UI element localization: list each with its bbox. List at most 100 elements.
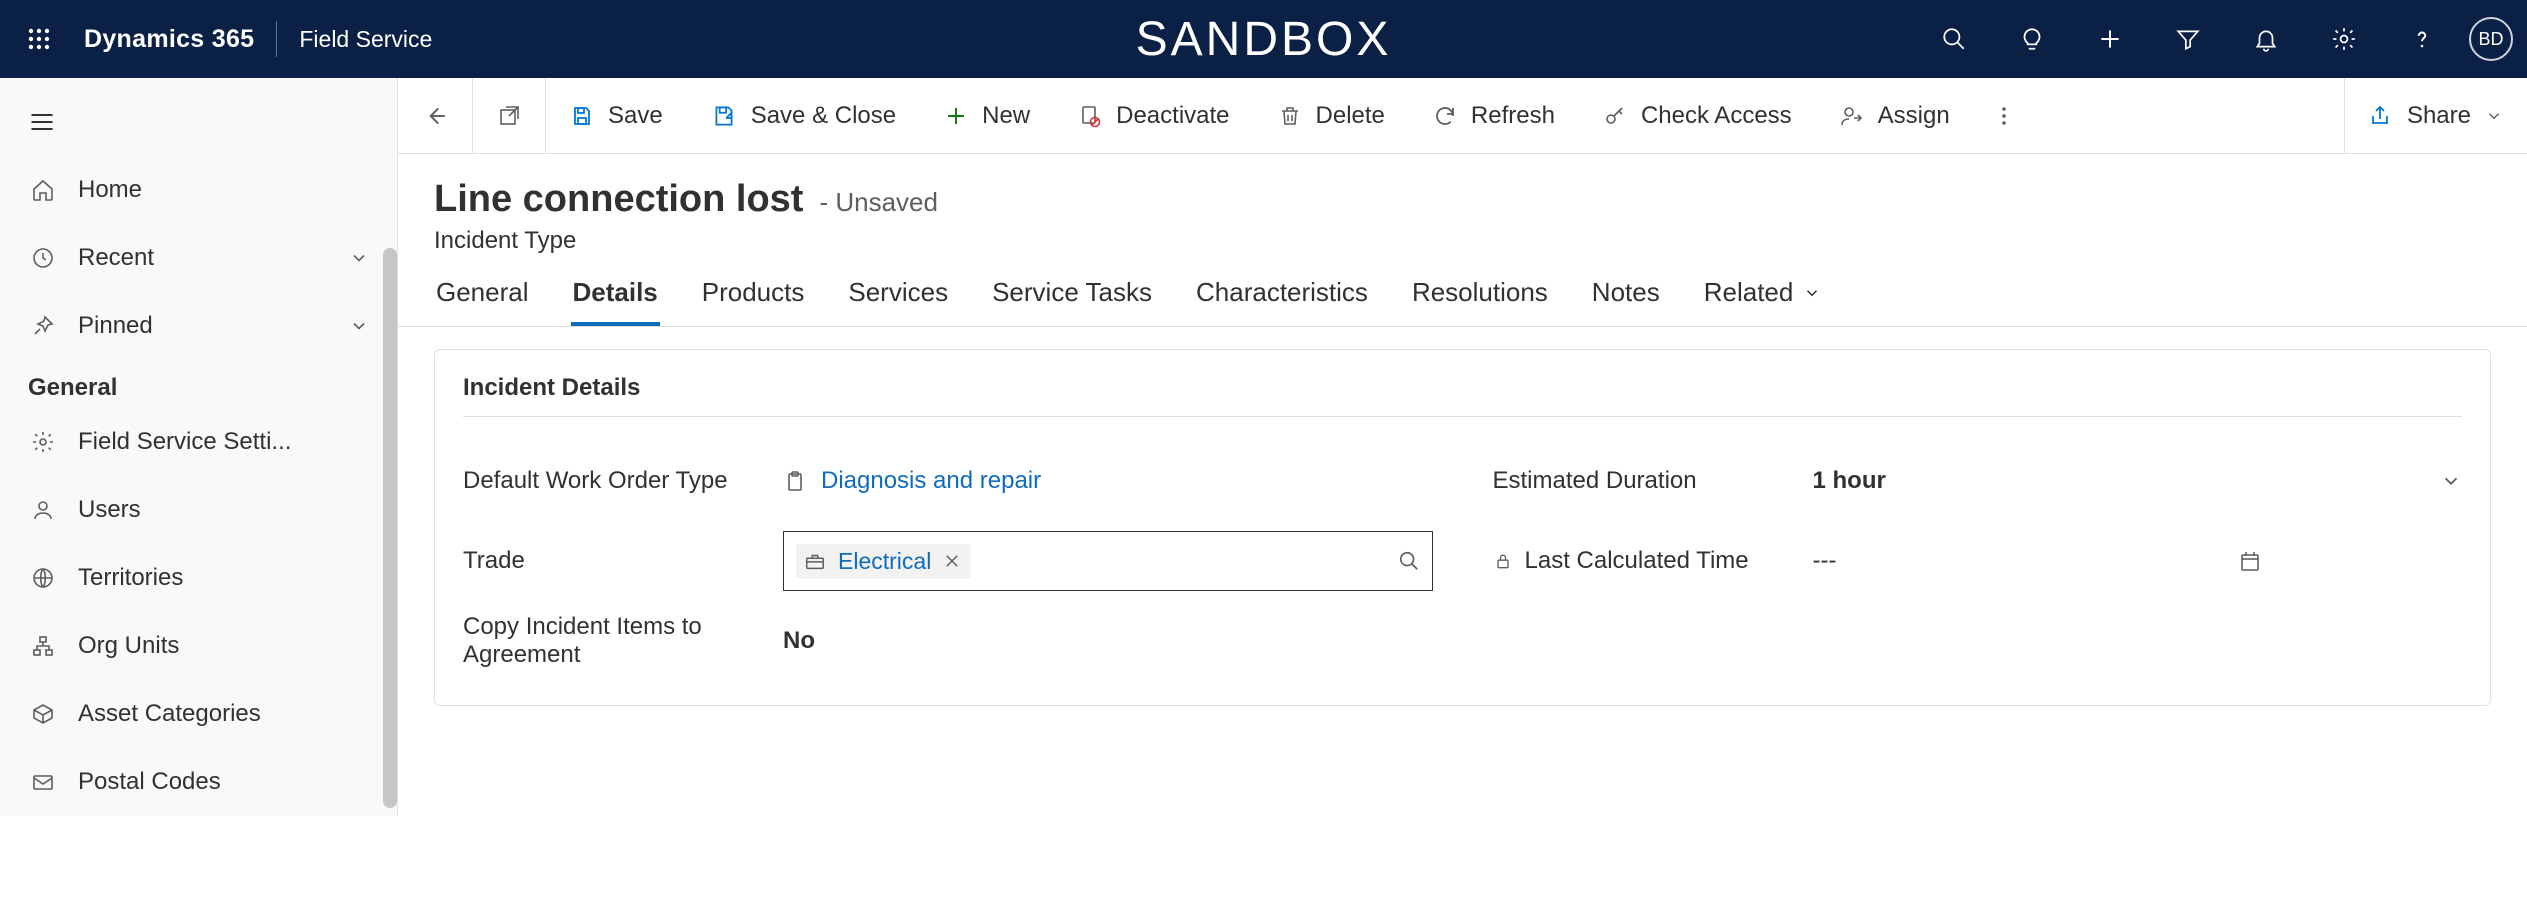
trade-tag-text: Electrical xyxy=(838,548,931,575)
global-nav: Dynamics 365 Field Service SANDBOX BD xyxy=(0,0,2527,78)
sidebar-item-label: Asset Categories xyxy=(78,700,261,728)
form-body: Incident Details Default Work Order Type… xyxy=(398,327,2527,706)
incident-details-section: Incident Details Default Work Order Type… xyxy=(434,349,2491,706)
tab-products[interactable]: Products xyxy=(700,277,807,326)
new-button[interactable]: New xyxy=(920,78,1054,153)
person-icon xyxy=(28,498,58,522)
sidebar-item-label: Home xyxy=(78,176,142,204)
help-button[interactable] xyxy=(2383,0,2461,78)
assign-button-label: Assign xyxy=(1878,102,1950,130)
chevron-down-icon xyxy=(349,316,369,336)
hamburger-icon xyxy=(28,108,56,136)
field-default-work-order-type: Default Work Order Type Diagnosis and re… xyxy=(463,441,1433,521)
plus-icon xyxy=(944,104,968,128)
back-button[interactable] xyxy=(398,78,472,153)
sidebar-item-postal-codes[interactable]: Postal Codes xyxy=(0,748,397,816)
sidebar-item-pinned[interactable]: Pinned xyxy=(0,292,397,360)
sidebar-item-users[interactable]: Users xyxy=(0,476,397,544)
key-icon xyxy=(1603,104,1627,128)
right-column: Estimated Duration 1 hour xyxy=(1493,441,2463,681)
tab-related[interactable]: Related xyxy=(1702,277,1824,326)
tab-characteristics[interactable]: Characteristics xyxy=(1194,277,1370,326)
field-last-calculated-time: Last Calculated Time --- xyxy=(1493,521,2463,601)
toolbox-icon xyxy=(804,550,826,572)
pin-icon xyxy=(28,314,58,338)
insights-button[interactable] xyxy=(1993,0,2071,78)
more-vertical-icon xyxy=(1992,104,2016,128)
user-avatar[interactable]: BD xyxy=(2469,17,2513,61)
sidebar-item-label: Territories xyxy=(78,564,183,592)
filter-button[interactable] xyxy=(2149,0,2227,78)
refresh-icon xyxy=(1433,104,1457,128)
environment-label: SANDBOX xyxy=(1136,12,1392,67)
trade-lookup-search[interactable] xyxy=(1398,550,1420,572)
estimated-duration-value[interactable]: 1 hour xyxy=(1813,467,1886,495)
entity-name: Incident Type xyxy=(434,221,2491,255)
sidebar-item-recent[interactable]: Recent xyxy=(0,224,397,292)
open-in-new-button[interactable] xyxy=(473,78,545,153)
new-button-label: New xyxy=(982,102,1030,130)
notifications-button[interactable] xyxy=(2227,0,2305,78)
share-button[interactable]: Share xyxy=(2344,78,2527,153)
tab-resolutions[interactable]: Resolutions xyxy=(1410,277,1550,326)
search-button[interactable] xyxy=(1915,0,1993,78)
gear-icon xyxy=(2331,26,2357,52)
default-work-order-type-value[interactable]: Diagnosis and repair xyxy=(783,467,1433,495)
lightbulb-icon xyxy=(2019,26,2045,52)
tab-service-tasks[interactable]: Service Tasks xyxy=(990,277,1154,326)
command-bar: Save Save & Close New Deactivate xyxy=(398,78,2527,154)
assign-button[interactable]: Assign xyxy=(1816,78,1974,153)
scrollbar-thumb[interactable] xyxy=(383,248,397,808)
sidebar-item-territories[interactable]: Territories xyxy=(0,544,397,612)
sidebar-group-title: General xyxy=(0,360,397,408)
tab-general[interactable]: General xyxy=(434,277,531,326)
refresh-button[interactable]: Refresh xyxy=(1409,78,1579,153)
app-area-link[interactable]: Field Service xyxy=(277,26,454,53)
waffle-icon xyxy=(27,27,51,51)
left-column: Default Work Order Type Diagnosis and re… xyxy=(463,441,1433,681)
field-trade: Trade Electrical xyxy=(463,521,1433,601)
tab-notes[interactable]: Notes xyxy=(1590,277,1662,326)
org-chart-icon xyxy=(28,634,58,658)
trade-selected-tag: Electrical xyxy=(796,544,971,579)
command-overflow-button[interactable] xyxy=(1974,78,2034,153)
sidebar-item-label: Recent xyxy=(78,244,154,272)
save-close-button[interactable]: Save & Close xyxy=(687,78,920,153)
clock-icon xyxy=(28,246,58,270)
home-icon xyxy=(28,178,58,202)
sidebar-item-field-service-settings[interactable]: Field Service Setti... xyxy=(0,408,397,476)
deactivate-button[interactable]: Deactivate xyxy=(1054,78,1253,153)
delete-button-label: Delete xyxy=(1316,102,1385,130)
copy-incident-items-value[interactable]: No xyxy=(783,627,1433,655)
last-calculated-time-value: --- xyxy=(1813,547,1837,575)
tab-services[interactable]: Services xyxy=(846,277,950,326)
sidebar-item-home[interactable]: Home xyxy=(0,156,397,224)
sidebar-item-org-units[interactable]: Org Units xyxy=(0,612,397,680)
brand-link[interactable]: Dynamics 365 xyxy=(78,25,276,54)
field-label-text: Last Calculated Time xyxy=(1525,547,1749,575)
sidebar-item-asset-categories[interactable]: Asset Categories xyxy=(0,680,397,748)
refresh-button-label: Refresh xyxy=(1471,102,1555,130)
nav-right: BD xyxy=(1915,0,2527,78)
add-button[interactable] xyxy=(2071,0,2149,78)
tab-related-label: Related xyxy=(1704,277,1794,308)
check-access-button[interactable]: Check Access xyxy=(1579,78,1816,153)
calendar-icon xyxy=(2238,549,2262,573)
trade-tag-remove[interactable] xyxy=(943,552,961,570)
globe-icon xyxy=(28,566,58,590)
settings-button[interactable] xyxy=(2305,0,2383,78)
save-button[interactable]: Save xyxy=(546,78,687,153)
estimated-duration-dropdown[interactable] xyxy=(2440,470,2462,492)
chevron-down-icon xyxy=(349,248,369,268)
trade-lookup-input[interactable]: Electrical xyxy=(783,531,1433,591)
lookup-link-text: Diagnosis and repair xyxy=(821,467,1041,495)
sidebar-toggle[interactable] xyxy=(0,88,397,156)
delete-button[interactable]: Delete xyxy=(1254,78,1409,153)
open-new-window-icon xyxy=(497,104,521,128)
last-calculated-time-datepicker[interactable] xyxy=(2238,549,2262,573)
gear-icon xyxy=(28,430,58,454)
chevron-down-icon xyxy=(1803,284,1821,302)
tab-details[interactable]: Details xyxy=(571,277,660,326)
app-launcher-button[interactable] xyxy=(0,27,78,51)
sidebar-item-label: Users xyxy=(78,496,141,524)
